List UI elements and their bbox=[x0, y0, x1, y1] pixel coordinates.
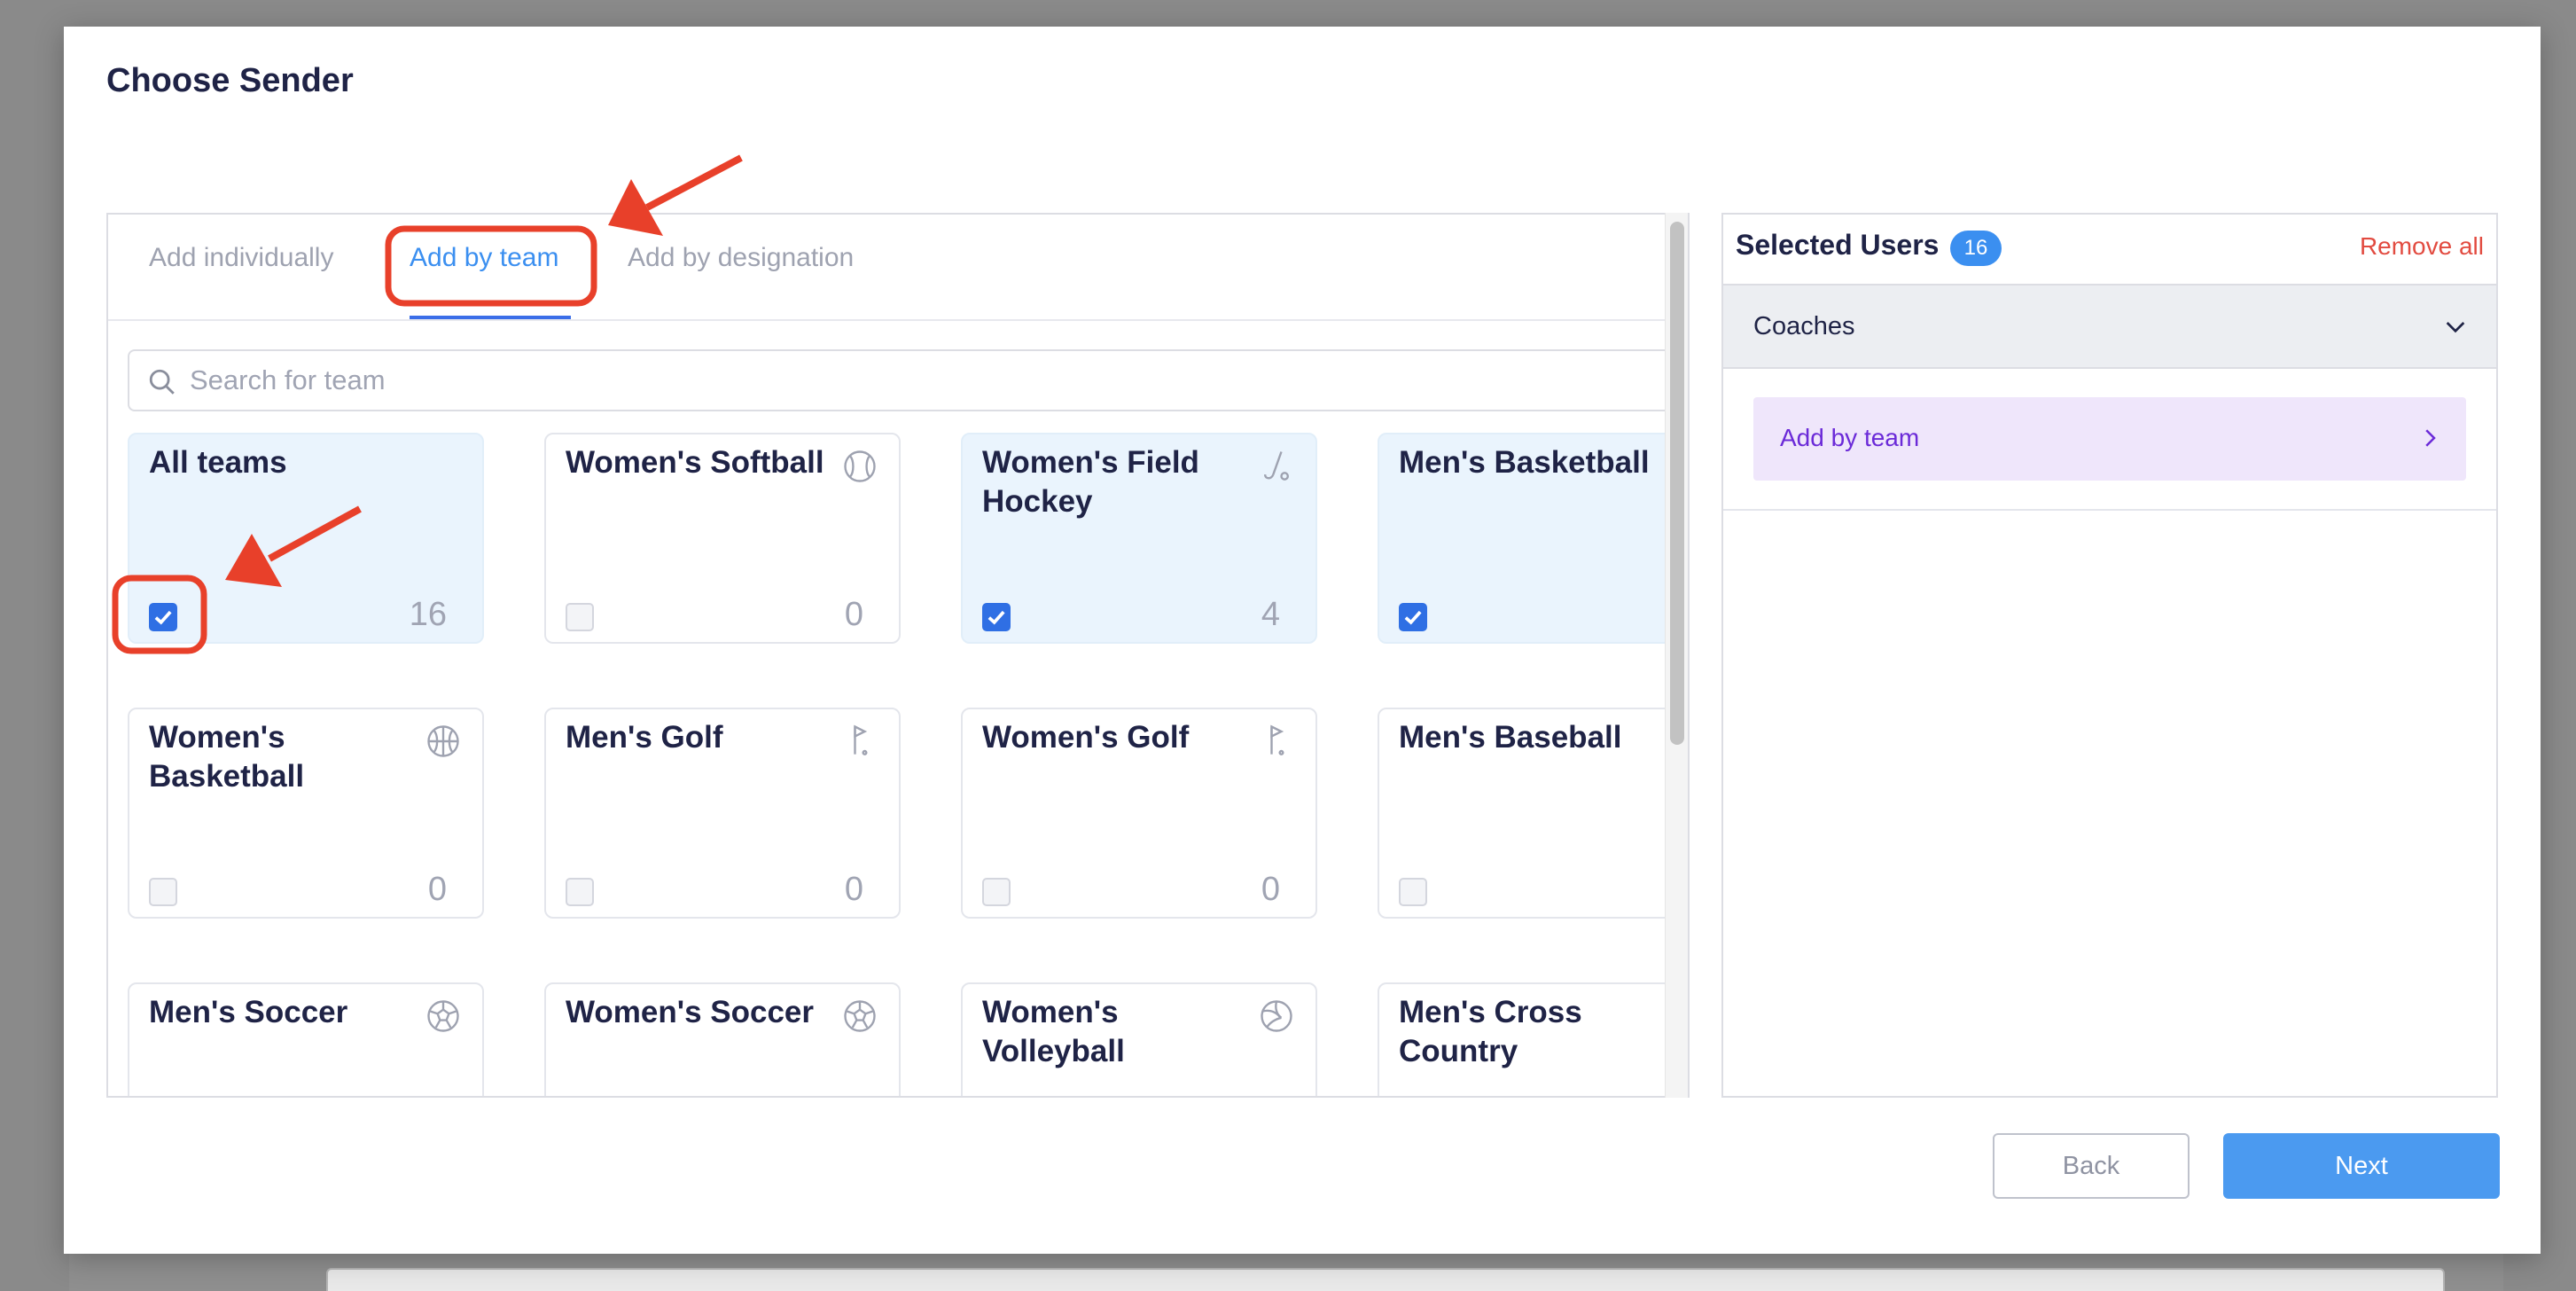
team-checkbox[interactable] bbox=[566, 878, 594, 906]
team-card[interactable]: Women's Volleyball bbox=[961, 982, 1317, 1096]
golf-flag-icon bbox=[854, 724, 868, 755]
team-member-count: 4 bbox=[1261, 596, 1280, 633]
team-card[interactable]: Women's Field Hockey 4 bbox=[961, 433, 1317, 644]
choose-sender-modal: Choose Sender Add individually Add by te… bbox=[64, 27, 2541, 1254]
team-name: Men's Soccer bbox=[149, 995, 348, 1029]
back-button[interactable]: Back bbox=[1993, 1133, 2190, 1199]
search-input[interactable] bbox=[190, 351, 1608, 410]
team-name: All teams bbox=[149, 445, 287, 480]
team-name: Women's Field Hockey bbox=[982, 445, 1199, 519]
team-member-count: 16 bbox=[409, 596, 447, 633]
team-name: Women's Soccer bbox=[566, 995, 814, 1029]
checkmark-icon bbox=[154, 610, 172, 625]
team-card[interactable]: Women's Soccer bbox=[544, 982, 901, 1096]
team-member-count: 0 bbox=[427, 871, 447, 908]
selected-users-title: Selected Users bbox=[1736, 229, 1940, 261]
team-name: Men's Golf bbox=[566, 720, 723, 755]
team-card[interactable]: All teams 16 bbox=[128, 433, 484, 644]
team-checkbox[interactable] bbox=[1399, 878, 1427, 906]
team-checkbox[interactable] bbox=[982, 878, 1011, 906]
softball-icon bbox=[844, 450, 876, 482]
team-member-count: 0 bbox=[1261, 871, 1280, 908]
team-picker-panel: Add individually Add by team Add by desi… bbox=[106, 213, 1690, 1098]
team-name: Men's Basketball bbox=[1399, 445, 1650, 480]
team-member-count: 0 bbox=[844, 596, 863, 633]
group-title: Coaches bbox=[1753, 312, 1855, 340]
team-card[interactable]: Men's Cross Country bbox=[1378, 982, 1688, 1096]
selected-users-panel: Selected Users 16 Remove all Coaches Add… bbox=[1721, 213, 2498, 1098]
team-name: Women's Golf bbox=[982, 720, 1190, 755]
team-card[interactable]: Women's Softball 0 bbox=[544, 433, 901, 644]
team-card[interactable]: Men's Soccer bbox=[128, 982, 484, 1096]
team-name: Women's Basketball bbox=[149, 720, 305, 794]
group-header-coaches[interactable]: Coaches bbox=[1723, 284, 2496, 369]
selected-count-badge: 16 bbox=[1950, 231, 2002, 266]
tab-add-by-team[interactable]: Add by team bbox=[410, 243, 558, 273]
team-name: Women's Softball bbox=[566, 445, 824, 480]
soccer-ball-icon bbox=[844, 1000, 876, 1032]
team-name: Men's Baseball bbox=[1399, 720, 1622, 755]
team-card[interactable]: Women's Golf 0 bbox=[961, 708, 1317, 919]
checkmark-icon bbox=[1404, 610, 1422, 625]
team-card[interactable]: Women's Basketball 0 bbox=[128, 708, 484, 919]
team-name: Women's Volleyball bbox=[982, 995, 1125, 1068]
background-field bbox=[326, 1268, 2445, 1291]
selected-group: Coaches Add by team bbox=[1723, 284, 2496, 511]
team-name: Men's Cross Country bbox=[1399, 995, 1582, 1068]
team-checkbox[interactable] bbox=[566, 603, 594, 631]
checkmark-icon bbox=[987, 610, 1005, 625]
team-checkbox[interactable] bbox=[982, 603, 1011, 631]
tab-add-by-designation[interactable]: Add by designation bbox=[628, 243, 854, 273]
team-checkbox[interactable] bbox=[149, 603, 177, 631]
chevron-down-icon bbox=[2446, 322, 2465, 333]
team-card[interactable]: Men's Golf 0 bbox=[544, 708, 901, 919]
scrollbar[interactable] bbox=[1665, 213, 1688, 1098]
chevron-right-icon bbox=[2425, 429, 2436, 447]
active-tab-indicator bbox=[410, 316, 571, 319]
team-card[interactable]: Men's Basketball8 bbox=[1378, 433, 1688, 644]
team-member-count: 0 bbox=[844, 871, 863, 908]
golf-flag-icon bbox=[1270, 724, 1284, 755]
volleyball-icon bbox=[1261, 1000, 1292, 1032]
remove-all-link[interactable]: Remove all bbox=[2360, 232, 2484, 261]
team-checkbox[interactable] bbox=[149, 878, 177, 906]
field-hockey-icon bbox=[1263, 451, 1290, 481]
modal-title: Choose Sender bbox=[106, 62, 354, 99]
scrollbar-thumb[interactable] bbox=[1670, 222, 1684, 745]
basketball-icon bbox=[427, 725, 459, 757]
soccer-ball-icon bbox=[427, 1000, 459, 1032]
tab-bar: Add individually Add by team Add by desi… bbox=[108, 215, 1668, 321]
next-button[interactable]: Next bbox=[2223, 1133, 2500, 1199]
search-icon bbox=[149, 369, 175, 395]
team-search-box bbox=[128, 349, 1679, 411]
tab-add-individually[interactable]: Add individually bbox=[149, 243, 333, 273]
group-item-label: Add by team bbox=[1780, 424, 1920, 451]
group-item-add-by-team[interactable]: Add by team bbox=[1753, 397, 2466, 481]
team-checkbox[interactable] bbox=[1399, 603, 1427, 631]
team-card[interactable]: Men's Baseball0 bbox=[1378, 708, 1688, 919]
